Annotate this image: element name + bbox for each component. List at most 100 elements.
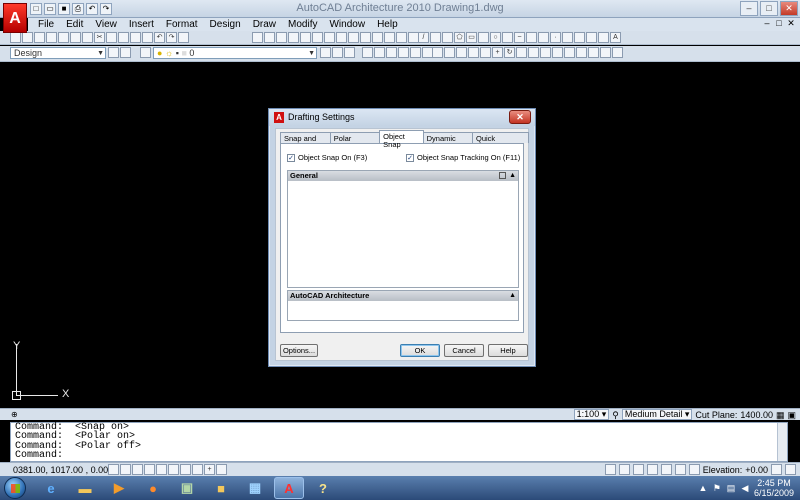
help-button[interactable]: Help <box>488 344 528 357</box>
folder-taskbar-icon[interactable]: ▬ <box>70 477 100 499</box>
close-button[interactable]: ✕ <box>780 1 798 16</box>
quickcalc-icon[interactable] <box>348 32 359 43</box>
hatch-icon[interactable] <box>562 32 573 43</box>
display-config-icon[interactable] <box>362 47 373 58</box>
clock[interactable]: 2:45 PM 6/15/2009 <box>754 478 794 498</box>
layer-properties-icon[interactable] <box>120 47 131 58</box>
rectangle-icon[interactable]: ▭ <box>466 32 477 43</box>
tab-polar-tracking[interactable]: Polar Tracking <box>329 132 381 151</box>
fillet-icon[interactable] <box>600 47 611 58</box>
cancel-button[interactable]: Cancel <box>444 344 484 357</box>
menu-insert[interactable]: Insert <box>123 18 160 31</box>
workspace-combo[interactable]: Design ▼ <box>10 47 106 59</box>
workspace-settings-icon[interactable] <box>108 47 119 58</box>
quick-view-drawings-icon[interactable] <box>646 464 658 475</box>
network-icon[interactable]: ▤ <box>726 483 736 493</box>
publish-icon[interactable] <box>70 32 81 43</box>
break-icon[interactable] <box>564 47 575 58</box>
move-icon[interactable]: + <box>492 47 503 58</box>
match-properties-icon[interactable] <box>130 32 141 43</box>
quick-view-layouts-icon[interactable] <box>632 464 644 475</box>
copy-object-icon[interactable] <box>444 47 455 58</box>
architecture-section-header[interactable]: AutoCAD Architecture ▲ <box>288 291 518 301</box>
explorer-taskbar-icon[interactable]: ■ <box>206 477 236 499</box>
plot-preview-icon[interactable] <box>58 32 69 43</box>
undo-icon[interactable]: ↶ <box>154 32 165 43</box>
circle-icon[interactable]: ○ <box>490 32 501 43</box>
dynamic-input-icon[interactable] <box>192 464 203 475</box>
ellipse-icon[interactable] <box>526 32 537 43</box>
menu-view[interactable]: View <box>89 18 123 31</box>
scale-combo[interactable]: 1:100 ▾ <box>573 409 610 420</box>
menu-design[interactable]: Design <box>204 18 247 31</box>
minimize-button[interactable]: – <box>740 1 758 16</box>
steering-wheel-icon[interactable] <box>660 464 672 475</box>
object-snap-tracking-row[interactable]: ✓ Object Snap Tracking On (F11) <box>406 153 520 162</box>
dialog-title-bar[interactable]: A Drafting Settings ✕ <box>269 109 535 126</box>
3d-dwf-icon[interactable] <box>82 32 93 43</box>
command-window[interactable]: Command: <Snap on> Command: <Polar on> C… <box>10 422 788 462</box>
trim-icon[interactable] <box>540 47 551 58</box>
multiline-text-icon[interactable]: A <box>610 32 621 43</box>
remote-desktop-taskbar-icon[interactable]: ▦ <box>240 477 270 499</box>
revision-cloud-icon[interactable] <box>502 32 513 43</box>
layer-combo[interactable]: ● ☼ ▪ ■ 0 ▼ <box>153 47 317 59</box>
pan-icon[interactable] <box>178 32 189 43</box>
zoom-in-icon[interactable] <box>384 32 395 43</box>
doc-close-button[interactable]: ✕ <box>786 18 796 29</box>
collapse-icon[interactable]: ▲ <box>509 171 516 181</box>
cut-plane-value[interactable]: 1400.00 <box>740 409 773 421</box>
layer-off-icon[interactable] <box>398 47 409 58</box>
tab-snap-and-grid[interactable]: Snap and Grid <box>280 132 331 151</box>
point-icon[interactable]: · <box>550 32 561 43</box>
layer-states-icon[interactable] <box>344 47 355 58</box>
toolbar-lock-icon[interactable] <box>771 464 782 475</box>
showmotion-icon[interactable] <box>674 464 686 475</box>
annotation-scale-icon[interactable]: ⚲ <box>612 409 619 421</box>
region-icon[interactable] <box>586 32 597 43</box>
tab-dynamic-input[interactable]: Dynamic Input <box>422 132 473 151</box>
firefox-taskbar-icon[interactable]: ● <box>138 477 168 499</box>
volume-icon[interactable]: ◀ <box>740 483 750 493</box>
general-section-header[interactable]: General ▲ <box>288 171 518 181</box>
zoom-window-icon[interactable] <box>264 32 275 43</box>
layer-freeze-icon[interactable] <box>410 47 421 58</box>
cut-icon[interactable]: ✂ <box>94 32 105 43</box>
zoom-extents-icon[interactable] <box>372 32 383 43</box>
workspace-switching-icon[interactable] <box>688 464 700 475</box>
ok-button[interactable]: OK <box>400 344 440 357</box>
design-center-icon[interactable] <box>300 32 311 43</box>
allow-disallow-ucs-icon[interactable] <box>180 464 191 475</box>
make-object-layer-current-icon[interactable] <box>320 47 331 58</box>
menu-format[interactable]: Format <box>160 18 204 31</box>
dialog-close-button[interactable]: ✕ <box>509 110 531 124</box>
collapse-icon[interactable]: ▲ <box>509 291 516 301</box>
grid-display-icon[interactable] <box>120 464 131 475</box>
elevation-value[interactable]: +0.00 <box>745 464 768 476</box>
menu-edit[interactable]: Edit <box>60 18 89 31</box>
erase-icon[interactable] <box>432 47 443 58</box>
layer-previous-icon[interactable] <box>332 47 343 58</box>
show-hidden-icons-icon[interactable]: ▲ <box>698 483 708 493</box>
construction-line-icon[interactable] <box>430 32 441 43</box>
ortho-mode-icon[interactable] <box>132 464 143 475</box>
object-snap-on-checkbox[interactable]: ✓ <box>287 153 295 162</box>
polygon-icon[interactable]: ⬠ <box>454 32 465 43</box>
flag-icon[interactable]: ⚑ <box>712 483 722 493</box>
open-icon[interactable] <box>22 32 33 43</box>
menu-window[interactable]: Window <box>323 18 371 31</box>
start-button[interactable] <box>4 477 26 499</box>
object-snap-tracking-icon[interactable] <box>168 464 179 475</box>
doc-minimize-button[interactable]: – <box>762 18 772 29</box>
options-button[interactable]: Options... <box>280 344 318 357</box>
line-icon[interactable]: / <box>418 32 429 43</box>
array-icon[interactable] <box>480 47 491 58</box>
layer-manager-icon[interactable] <box>140 47 151 58</box>
stretch-icon[interactable] <box>528 47 539 58</box>
isolate-objects-icon[interactable] <box>374 47 385 58</box>
print-icon[interactable] <box>46 32 57 43</box>
chamfer-icon[interactable] <box>588 47 599 58</box>
mirror-icon[interactable] <box>456 47 467 58</box>
offset-icon[interactable] <box>468 47 479 58</box>
menu-file[interactable]: File <box>32 18 60 31</box>
